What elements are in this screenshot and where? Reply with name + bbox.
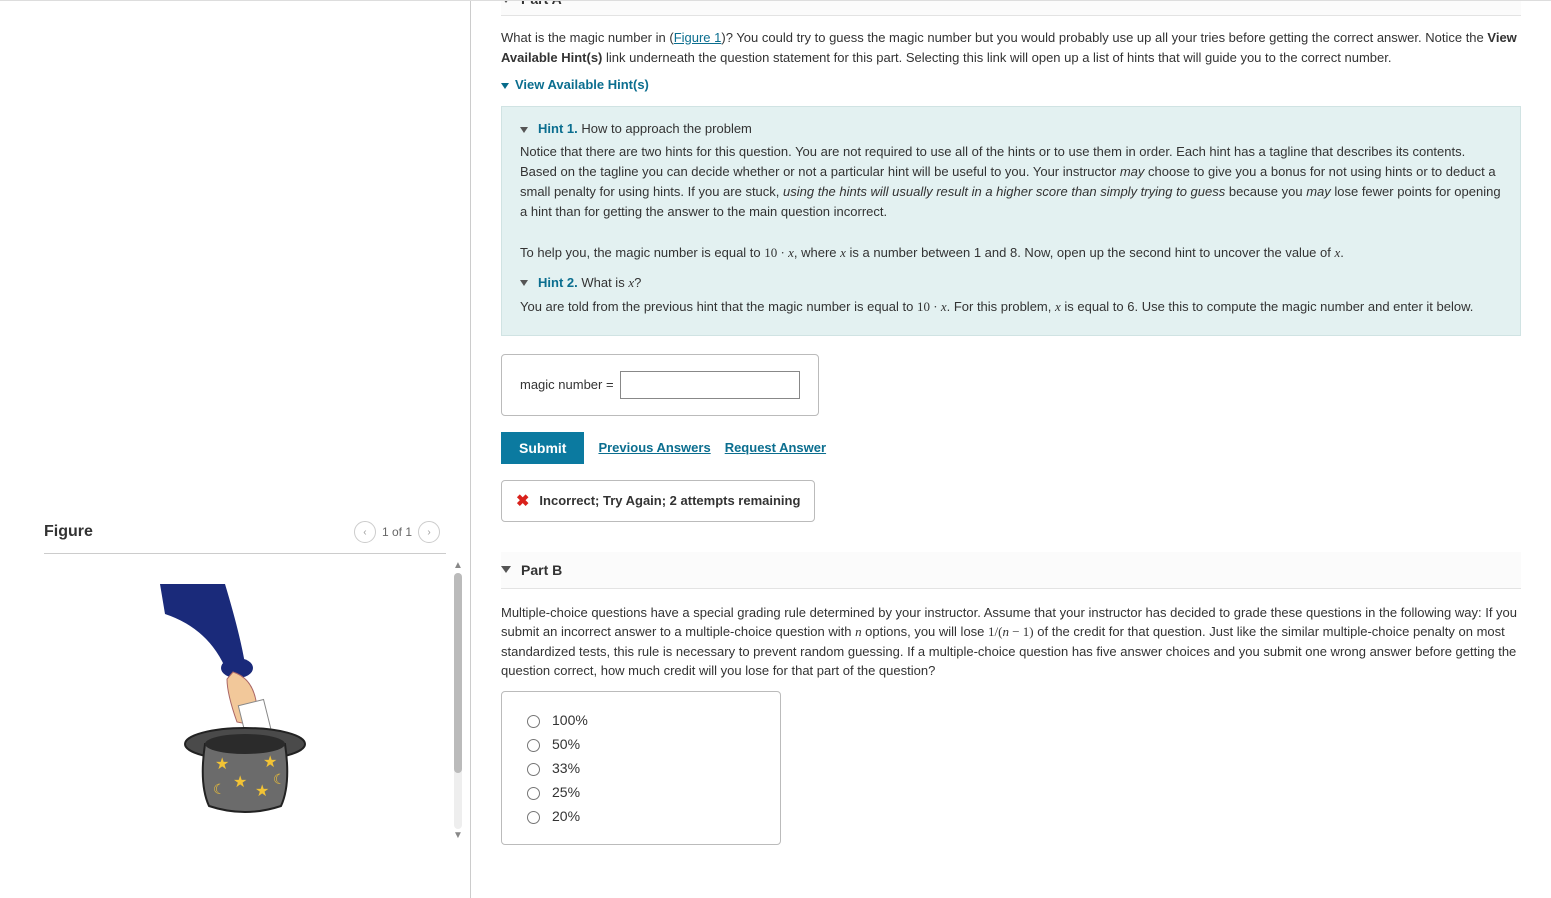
part-b-header[interactable]: Part B xyxy=(501,552,1521,589)
hint-2: Hint 2. What is x? You are told from the… xyxy=(520,275,1502,317)
hint-1-header[interactable]: Hint 1. How to approach the problem xyxy=(520,121,1502,136)
feedback-text: Incorrect; Try Again; 2 attempts remaini… xyxy=(539,493,800,508)
answer-box: magic number = xyxy=(501,354,819,416)
part-a-question: What is the magic number in (Figure 1)? … xyxy=(501,28,1521,67)
figure-image: ★ ★ ★ ★ ☾ ☾ xyxy=(44,584,446,814)
part-a-header[interactable]: Part A xyxy=(501,1,1521,16)
submit-button[interactable]: Submit xyxy=(501,432,584,464)
chevron-down-icon xyxy=(520,127,528,133)
figure-panel: Figure ‹ 1 of 1 › xyxy=(0,1,470,898)
mc-radio[interactable] xyxy=(527,739,540,752)
view-hints-toggle[interactable]: View Available Hint(s) xyxy=(501,77,1521,92)
figure-scrollbar[interactable]: ▲ ▼ xyxy=(454,561,462,841)
mc-option-25[interactable]: 25% xyxy=(522,784,760,800)
pager-text: 1 of 1 xyxy=(382,525,412,539)
mc-radio[interactable] xyxy=(527,811,540,824)
request-answer-link[interactable]: Request Answer xyxy=(725,440,826,455)
svg-text:☾: ☾ xyxy=(213,781,226,797)
pager-prev-button[interactable]: ‹ xyxy=(354,521,376,543)
mc-option-100[interactable]: 100% xyxy=(522,712,760,728)
previous-answers-link[interactable]: Previous Answers xyxy=(598,440,710,455)
part-a-title: Part A xyxy=(521,1,562,7)
chevron-down-icon xyxy=(520,280,528,286)
figure-1-link[interactable]: Figure 1 xyxy=(674,30,722,45)
svg-text:★: ★ xyxy=(233,774,247,791)
incorrect-icon: ✖ xyxy=(516,491,529,511)
question-panel: Part A What is the magic number in (Figu… xyxy=(471,1,1551,898)
mc-radio[interactable] xyxy=(527,715,540,728)
mc-radio[interactable] xyxy=(527,763,540,776)
mc-option-33[interactable]: 33% xyxy=(522,760,760,776)
figure-title: Figure xyxy=(44,523,93,541)
hints-container: Hint 1. How to approach the problem Noti… xyxy=(501,106,1521,336)
svg-text:★: ★ xyxy=(215,756,229,773)
multiple-choice-box: 100% 50% 33% 25% 20% xyxy=(501,691,781,845)
feedback-box: ✖ Incorrect; Try Again; 2 attempts remai… xyxy=(501,480,815,522)
svg-text:★: ★ xyxy=(263,754,277,771)
mc-option-20[interactable]: 20% xyxy=(522,808,760,824)
part-b-title: Part B xyxy=(521,562,562,578)
scroll-down-icon[interactable]: ▼ xyxy=(453,831,463,841)
scroll-up-icon[interactable]: ▲ xyxy=(453,561,463,571)
figure-pager: ‹ 1 of 1 › xyxy=(348,521,446,543)
hint-2-header[interactable]: Hint 2. What is x? xyxy=(520,275,1502,291)
svg-text:★: ★ xyxy=(255,783,269,800)
hint-2-body: You are told from the previous hint that… xyxy=(520,297,1502,317)
mc-option-50[interactable]: 50% xyxy=(522,736,760,752)
chevron-down-icon xyxy=(501,1,511,3)
pager-next-button[interactable]: › xyxy=(418,521,440,543)
magic-number-input[interactable] xyxy=(620,371,800,399)
chevron-down-icon xyxy=(501,83,509,89)
answer-label: magic number = xyxy=(520,377,614,392)
mc-radio[interactable] xyxy=(527,787,540,800)
hint-1-body: Notice that there are two hints for this… xyxy=(520,142,1502,263)
chevron-down-icon xyxy=(501,566,511,573)
part-b-question: Multiple-choice questions have a special… xyxy=(501,603,1521,681)
svg-text:☾: ☾ xyxy=(273,771,286,787)
hint-1: Hint 1. How to approach the problem Noti… xyxy=(520,121,1502,263)
